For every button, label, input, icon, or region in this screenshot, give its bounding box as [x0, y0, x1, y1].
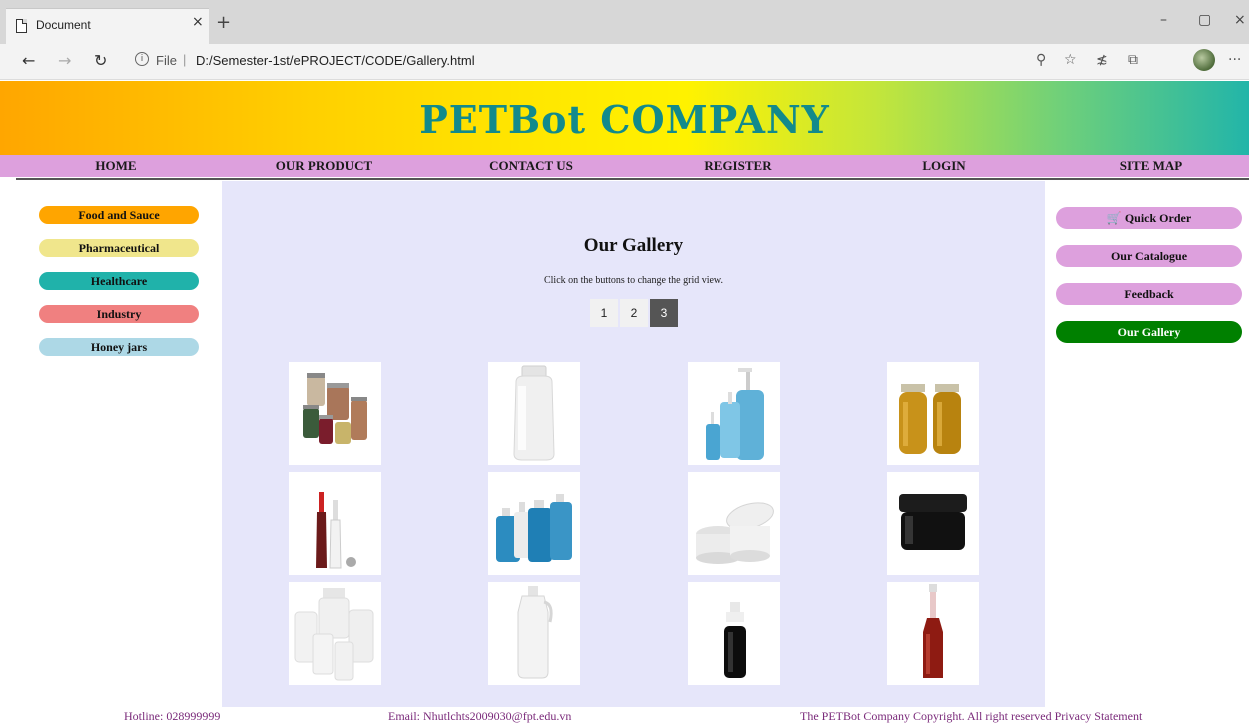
feedback-button[interactable]: Feedback: [1056, 283, 1242, 305]
quick-order-button[interactable]: 🛒 Quick Order: [1056, 207, 1242, 229]
gallery-section: Our Gallery Click on the buttons to chan…: [222, 181, 1045, 707]
minimize-button[interactable]: –: [1160, 12, 1167, 28]
red-sauce-bottle-image[interactable]: [887, 582, 979, 685]
info-icon[interactable]: i: [135, 52, 149, 66]
grid-view-2-button[interactable]: 2: [620, 299, 648, 327]
favorites-list-icon[interactable]: ≴: [1096, 52, 1108, 68]
blue-pump-bottles-image[interactable]: [688, 362, 780, 465]
mixed-jars-image[interactable]: [289, 362, 381, 465]
white-pill-bottles-image[interactable]: [289, 582, 381, 685]
profile-avatar-icon[interactable]: [1193, 49, 1215, 71]
company-title: PETBot COMPANY: [419, 97, 830, 142]
honey-jars-image[interactable]: [887, 362, 979, 465]
white-bottle-image[interactable]: [488, 362, 580, 465]
quick-order-label: Quick Order: [1124, 211, 1192, 225]
menu-contact-us[interactable]: CONTACT US: [461, 158, 601, 174]
our-gallery-button[interactable]: Our Gallery: [1056, 321, 1242, 343]
grid-view-3-button[interactable]: 3: [650, 299, 678, 327]
menu-login[interactable]: LOGIN: [874, 158, 1014, 174]
address-scheme-label: File: [156, 53, 177, 68]
restore-button[interactable]: ▢: [1198, 12, 1211, 28]
category-healthcare[interactable]: Healthcare: [39, 272, 199, 290]
browser-tab-bar: Document × + – ▢ ×: [0, 0, 1249, 44]
more-icon[interactable]: ···: [1228, 52, 1241, 68]
close-window-button[interactable]: ×: [1234, 12, 1246, 28]
our-catalogue-button[interactable]: Our Catalogue: [1056, 245, 1242, 267]
browser-tab[interactable]: Document ×: [6, 8, 209, 44]
refresh-button[interactable]: ↻: [94, 51, 107, 70]
address-bar: ← → ↻ i File | D:/Semester-1st/ePROJECT/…: [0, 44, 1249, 80]
forward-button[interactable]: →: [58, 51, 71, 70]
tab-title: Document: [36, 18, 91, 32]
address-separator: |: [183, 52, 187, 67]
menu-divider: [16, 178, 1249, 180]
black-spray-bottle-image[interactable]: [688, 582, 780, 685]
footer-email[interactable]: Email: Nhutlchts2009030@fpt.edu.vn: [388, 709, 571, 724]
back-button[interactable]: ←: [22, 51, 35, 70]
main-menu: HOME OUR PRODUCT CONTACT US REGISTER LOG…: [0, 155, 1249, 177]
collections-icon[interactable]: ⧉: [1128, 52, 1138, 68]
sauce-bottles-image[interactable]: [289, 472, 381, 575]
site-banner: PETBot COMPANY: [0, 81, 1249, 155]
new-tab-button[interactable]: +: [216, 12, 231, 33]
url-field[interactable]: D:/Semester-1st/ePROJECT/CODE/Gallery.ht…: [196, 53, 475, 68]
document-icon: [16, 19, 27, 33]
black-jar-image[interactable]: [887, 472, 979, 575]
favorite-star-icon[interactable]: ☆: [1064, 52, 1077, 68]
footer-hotline: Hotline: 028999999: [124, 709, 221, 723]
gallery-title: Our Gallery: [583, 235, 684, 256]
category-industry[interactable]: Industry: [39, 305, 199, 323]
gallery-instruction: Click on the buttons to change the grid …: [543, 275, 724, 286]
menu-register[interactable]: REGISTER: [668, 158, 808, 174]
menu-home[interactable]: HOME: [46, 158, 186, 174]
zoom-icon[interactable]: ⚲: [1036, 52, 1046, 68]
footer-copyright: The PETBot Company Copyright. All right …: [800, 709, 1143, 723]
white-cream-jars-image[interactable]: [688, 472, 780, 575]
grid-view-1-button[interactable]: 1: [590, 299, 618, 327]
cart-icon: 🛒: [1106, 211, 1122, 225]
blue-jugs-image[interactable]: [488, 472, 580, 575]
menu-site-map[interactable]: SITE MAP: [1081, 158, 1221, 174]
tab-close-button[interactable]: ×: [192, 14, 204, 30]
category-pharmaceutical[interactable]: Pharmaceutical: [39, 239, 199, 257]
white-handle-jug-image[interactable]: [488, 582, 580, 685]
menu-our-product[interactable]: OUR PRODUCT: [254, 158, 394, 174]
category-food-and-sauce[interactable]: Food and Sauce: [39, 206, 199, 224]
category-honey-jars[interactable]: Honey jars: [39, 338, 199, 356]
